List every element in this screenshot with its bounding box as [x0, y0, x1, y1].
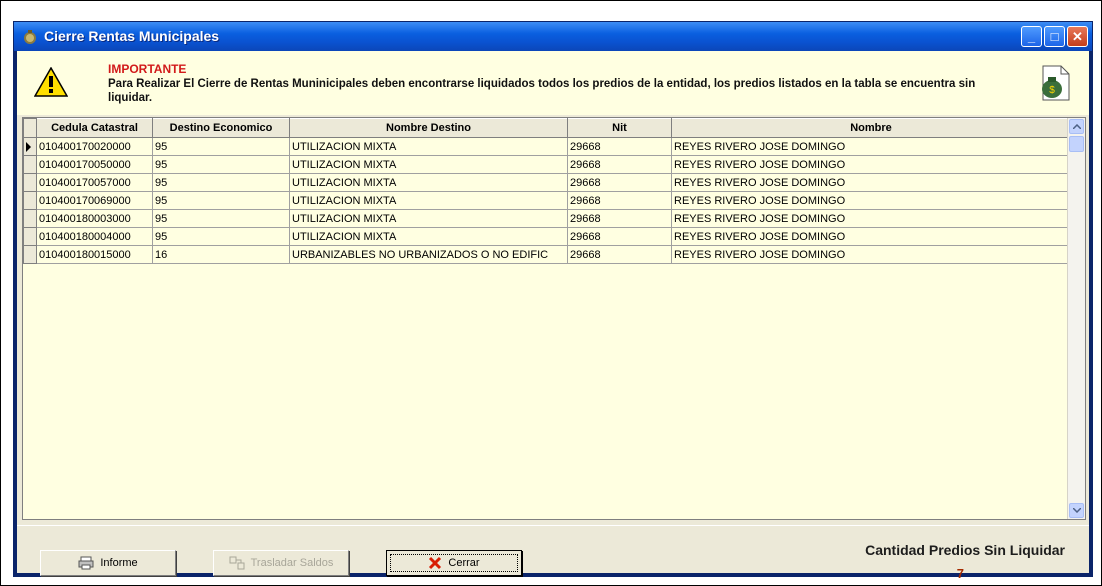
cell-nombre[interactable]: REYES RIVERO JOSE DOMINGO	[671, 137, 1071, 156]
table-row[interactable]: 010400180004000 95 UTILIZACION MIXTA 296…	[23, 227, 1071, 246]
table-row[interactable]: 010400170057000 95 UTILIZACION MIXTA 296…	[23, 173, 1071, 192]
informe-label: Informe	[100, 557, 138, 569]
column-header-nombre[interactable]: Nombre	[671, 118, 1071, 138]
current-row-indicator	[23, 137, 37, 156]
cell-nombre-destino[interactable]: UTILIZACION MIXTA	[289, 137, 568, 156]
chevron-down-icon	[1072, 508, 1081, 513]
cell-destino[interactable]: 95	[152, 227, 290, 246]
scroll-down-button[interactable]	[1069, 503, 1084, 518]
predios-grid[interactable]: Cedula Catastral Destino Economico Nombr…	[22, 117, 1086, 520]
cell-nombre-destino[interactable]: URBANIZABLES NO URBANIZADOS O NO EDIFIC	[289, 245, 568, 264]
minimize-button[interactable]: _	[1021, 26, 1042, 47]
cell-nombre[interactable]: REYES RIVERO JOSE DOMINGO	[671, 173, 1071, 192]
scroll-up-button[interactable]	[1069, 119, 1084, 134]
row-indicator-header	[23, 118, 37, 138]
column-header-destino[interactable]: Destino Economico	[152, 118, 290, 138]
table-row[interactable]: 010400170020000 95 UTILIZACION MIXTA 296…	[23, 137, 1071, 156]
table-row[interactable]: 010400170069000 95 UTILIZACION MIXTA 296…	[23, 191, 1071, 210]
chevron-up-icon	[1072, 124, 1081, 129]
banner-heading: IMPORTANTE	[108, 62, 187, 76]
cell-nit[interactable]: 29668	[567, 245, 672, 264]
trasladar-saldos-label: Trasladar Saldos	[250, 557, 334, 569]
cell-nombre-destino[interactable]: UTILIZACION MIXTA	[289, 227, 568, 246]
cell-destino[interactable]: 95	[152, 137, 290, 156]
cell-cedula[interactable]: 010400170069000	[36, 191, 153, 210]
cell-nombre[interactable]: REYES RIVERO JOSE DOMINGO	[671, 227, 1071, 246]
vertical-scrollbar[interactable]	[1067, 118, 1085, 519]
cell-cedula[interactable]: 010400180003000	[36, 209, 153, 228]
informe-button[interactable]: Informe	[40, 550, 176, 576]
cell-nombre-destino[interactable]: UTILIZACION MIXTA	[289, 209, 568, 228]
count-value: 7	[956, 566, 964, 581]
window-title: Cierre Rentas Municipales	[44, 28, 220, 44]
window-client-area: IMPORTANTE Para Realizar El Cierre de Re…	[17, 51, 1089, 581]
cell-nombre[interactable]: REYES RIVERO JOSE DOMINGO	[671, 245, 1071, 264]
predios-table: Cedula Catastral Destino Economico Nombr…	[23, 118, 1071, 264]
maximize-button[interactable]: □	[1044, 26, 1065, 47]
cell-nombre[interactable]: REYES RIVERO JOSE DOMINGO	[671, 209, 1071, 228]
money-report-icon: $	[1042, 65, 1070, 101]
cell-cedula[interactable]: 010400170020000	[36, 137, 153, 156]
trasladar-saldos-button[interactable]: Trasladar Saldos	[213, 550, 349, 576]
warning-banner: IMPORTANTE Para Realizar El Cierre de Re…	[17, 51, 1089, 115]
table-row[interactable]: 010400180015000 16 URBANIZABLES NO URBAN…	[23, 245, 1071, 264]
cell-destino[interactable]: 95	[152, 191, 290, 210]
svg-text:$: $	[1049, 85, 1055, 96]
cell-nombre-destino[interactable]: UTILIZACION MIXTA	[289, 173, 568, 192]
table-row[interactable]: 010400180003000 95 UTILIZACION MIXTA 296…	[23, 209, 1071, 228]
row-indicator	[23, 191, 37, 210]
column-header-nit[interactable]: Nit	[567, 118, 672, 138]
cell-destino[interactable]: 95	[152, 209, 290, 228]
row-indicator	[23, 209, 37, 228]
cell-destino[interactable]: 16	[152, 245, 290, 264]
cell-nombre-destino[interactable]: UTILIZACION MIXTA	[289, 191, 568, 210]
column-header-cedula[interactable]: Cedula Catastral	[36, 118, 153, 138]
table-row[interactable]: 010400170050000 95 UTILIZACION MIXTA 296…	[23, 155, 1071, 174]
cell-destino[interactable]: 95	[152, 155, 290, 174]
maximize-icon: □	[1050, 29, 1059, 44]
cell-cedula[interactable]: 010400180015000	[36, 245, 153, 264]
close-icon: ✕	[1072, 28, 1083, 44]
cell-cedula[interactable]: 010400180004000	[36, 227, 153, 246]
row-indicator	[23, 155, 37, 174]
money-bag-icon	[24, 30, 36, 44]
minimize-icon: _	[1027, 29, 1036, 44]
count-label: Cantidad Predios Sin Liquidar	[865, 542, 1065, 558]
column-header-nombre-destino[interactable]: Nombre Destino	[289, 118, 568, 138]
focus-rectangle	[390, 554, 518, 572]
transfer-icon	[229, 556, 245, 570]
footer-bar: Informe Trasladar Saldos Cerrar Cantidad…	[17, 525, 1089, 581]
row-indicator	[23, 227, 37, 246]
cell-nit[interactable]: 29668	[567, 227, 672, 246]
header-row: Cedula Catastral Destino Economico Nombr…	[23, 118, 1071, 138]
cell-nit[interactable]: 29668	[567, 173, 672, 192]
cell-nit[interactable]: 29668	[567, 137, 672, 156]
cell-nit[interactable]: 29668	[567, 155, 672, 174]
cell-nombre[interactable]: REYES RIVERO JOSE DOMINGO	[671, 155, 1071, 174]
current-row-arrow-icon	[26, 141, 31, 152]
row-indicator	[23, 173, 37, 192]
cierre-rentas-window: Cierre Rentas Municipales _ □ ✕ IMPORTAN…	[13, 21, 1093, 581]
cell-nombre-destino[interactable]: UTILIZACION MIXTA	[289, 155, 568, 174]
scroll-thumb[interactable]	[1069, 136, 1084, 152]
row-indicator	[23, 245, 37, 264]
warning-icon	[34, 67, 68, 97]
cell-cedula[interactable]: 010400170057000	[36, 173, 153, 192]
cell-cedula[interactable]: 010400170050000	[36, 155, 153, 174]
title-bar[interactable]: Cierre Rentas Municipales _ □ ✕	[14, 22, 1092, 51]
close-button[interactable]: ✕	[1067, 26, 1088, 47]
cell-nit[interactable]: 29668	[567, 209, 672, 228]
cerrar-button[interactable]: Cerrar	[386, 550, 522, 576]
cell-nombre[interactable]: REYES RIVERO JOSE DOMINGO	[671, 191, 1071, 210]
cell-nit[interactable]: 29668	[567, 191, 672, 210]
printer-icon	[78, 556, 94, 570]
cell-destino[interactable]: 95	[152, 173, 290, 192]
banner-message: Para Realizar El Cierre de Rentas Munini…	[108, 78, 976, 104]
